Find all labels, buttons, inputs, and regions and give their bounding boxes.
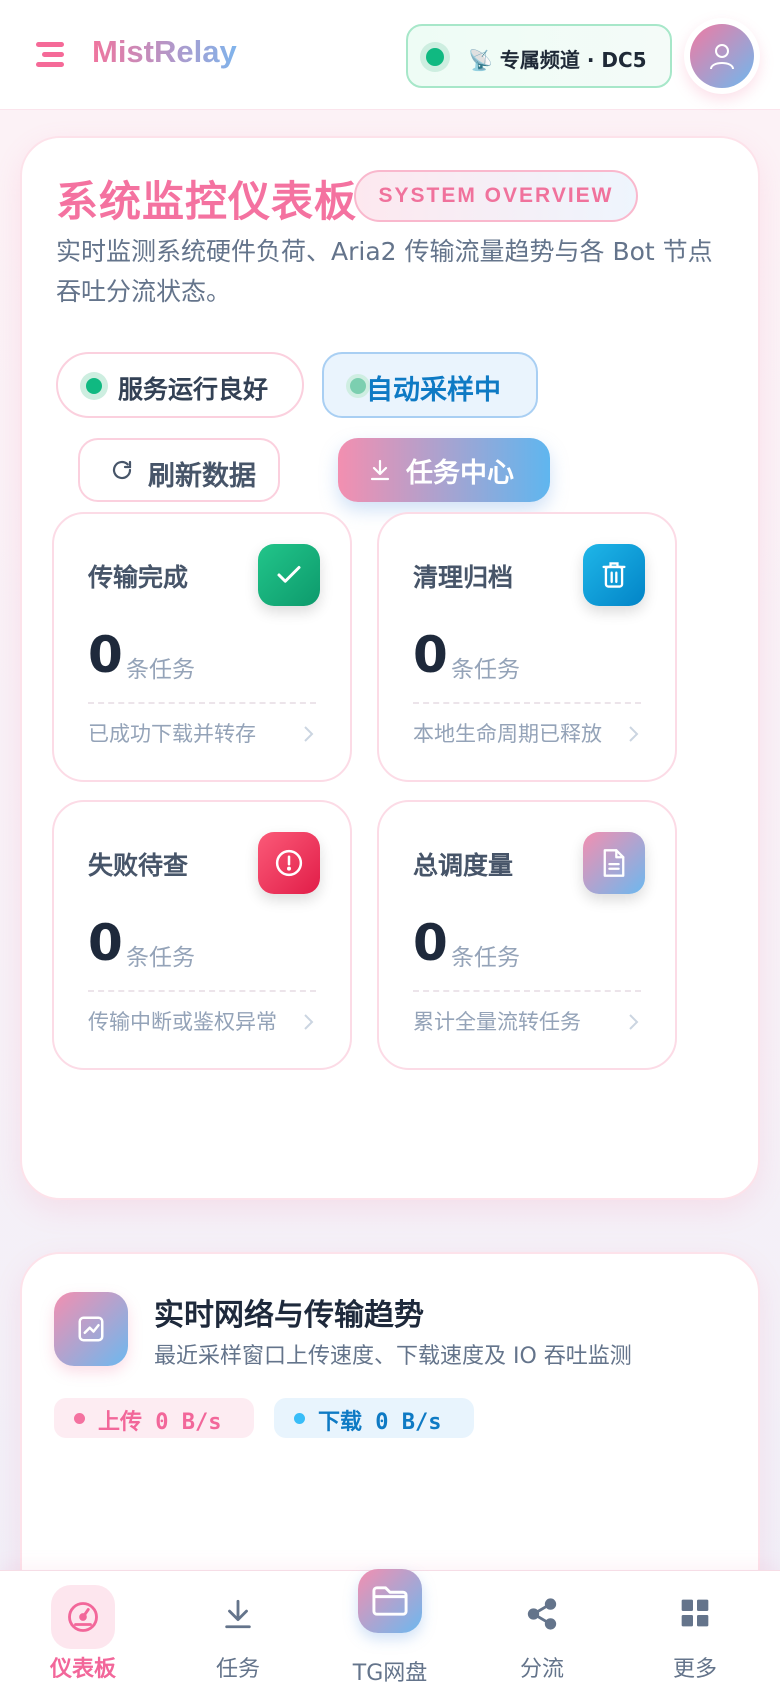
stat-card-total[interactable]: 总调度量 0 条任务 累计全量流转任务 bbox=[377, 800, 677, 1070]
check-icon bbox=[258, 544, 320, 606]
stat-name: 总调度量 bbox=[413, 851, 514, 880]
stat-subtitle: 传输中断或鉴权异常 bbox=[88, 1010, 277, 1034]
grid-icon bbox=[679, 1597, 711, 1633]
download-icon bbox=[221, 1597, 255, 1635]
stat-card-completed[interactable]: 传输完成 0 条任务 已成功下载并转存 bbox=[52, 512, 352, 782]
overview-badge: SYSTEM OVERVIEW bbox=[354, 170, 638, 222]
gauge-icon bbox=[51, 1585, 115, 1649]
system-overview-panel: 系统监控仪表板 SYSTEM OVERVIEW 实时监测系统硬件负荷、Aria2… bbox=[20, 136, 760, 1200]
nav-label: 任务 bbox=[215, 1657, 260, 1682]
document-icon bbox=[583, 832, 645, 894]
upload-dot-icon bbox=[74, 1413, 85, 1424]
chevron-right-icon bbox=[627, 1012, 639, 1036]
nav-item-dashboard[interactable]: 仪表板 bbox=[13, 1571, 153, 1688]
online-indicator-icon bbox=[420, 42, 450, 72]
nav-label: 更多 bbox=[672, 1657, 717, 1682]
share-icon bbox=[525, 1597, 559, 1635]
refresh-icon bbox=[110, 458, 134, 486]
trash-icon bbox=[583, 544, 645, 606]
stat-subtitle: 累计全量流转任务 bbox=[413, 1010, 581, 1034]
download-dot-icon bbox=[294, 1413, 305, 1424]
avatar-button[interactable] bbox=[684, 18, 760, 94]
stat-unit: 条任务 bbox=[451, 945, 520, 971]
nav-label: 仪表板 bbox=[49, 1657, 116, 1682]
alert-icon bbox=[258, 832, 320, 894]
stat-value: 0 bbox=[88, 626, 123, 684]
trend-subtitle: 最近采样窗口上传速度、下载速度及 IO 吞吐监测 bbox=[154, 1344, 632, 1369]
refresh-button-label: 刷新数据 bbox=[148, 461, 256, 492]
stat-name: 传输完成 bbox=[88, 563, 189, 592]
chevron-right-icon bbox=[627, 724, 639, 748]
service-status-badge: 服务运行良好 bbox=[56, 352, 304, 418]
chart-icon bbox=[54, 1292, 128, 1366]
download-icon bbox=[368, 458, 392, 486]
auto-sampling-label: 自动采样中 bbox=[366, 375, 501, 406]
channel-status-pill[interactable]: 📡 专属频道 · DC5 bbox=[406, 24, 672, 88]
stat-value: 0 bbox=[413, 626, 448, 684]
upload-speed-badge: 上传 0 B/s bbox=[54, 1398, 254, 1438]
folder-icon bbox=[358, 1569, 422, 1633]
nav-label: 分流 bbox=[519, 1657, 564, 1682]
task-center-label: 任务中心 bbox=[406, 458, 514, 489]
stat-subtitle: 已成功下载并转存 bbox=[88, 722, 256, 746]
download-speed-badge: 下载 0 B/s bbox=[274, 1398, 474, 1438]
stat-name: 失败待查 bbox=[88, 851, 189, 880]
upload-speed-label: 上传 0 B/s bbox=[98, 1410, 222, 1435]
chevron-right-icon bbox=[302, 1012, 314, 1036]
stat-unit: 条任务 bbox=[126, 657, 195, 683]
stat-subtitle: 本地生命周期已释放 bbox=[413, 722, 602, 746]
channel-label: 📡 专属频道 · DC5 bbox=[468, 48, 647, 72]
stat-name: 清理归档 bbox=[413, 563, 514, 592]
task-center-button[interactable]: 任务中心 bbox=[338, 438, 550, 502]
stat-value: 0 bbox=[413, 914, 448, 972]
menu-icon[interactable] bbox=[36, 42, 68, 68]
app-brand: MistRelay bbox=[92, 34, 237, 69]
bottom-navigation: 仪表板 任务 TG网盘 分流 更多 bbox=[0, 1569, 780, 1688]
nav-item-split[interactable]: 分流 bbox=[472, 1571, 612, 1688]
pulse-dot-icon bbox=[350, 378, 366, 394]
nav-label: TG网盘 bbox=[352, 1661, 428, 1686]
service-status-label: 服务运行良好 bbox=[118, 375, 269, 404]
stat-unit: 条任务 bbox=[126, 945, 195, 971]
stat-unit: 条任务 bbox=[451, 657, 520, 683]
nav-item-tasks[interactable]: 任务 bbox=[168, 1571, 308, 1688]
nav-item-tg-drive[interactable]: TG网盘 bbox=[320, 1569, 460, 1688]
stat-value: 0 bbox=[88, 914, 123, 972]
chevron-right-icon bbox=[302, 724, 314, 748]
top-app-bar: MistRelay 📡 专属频道 · DC5 bbox=[0, 0, 780, 110]
stat-card-failed[interactable]: 失败待查 0 条任务 传输中断或鉴权异常 bbox=[52, 800, 352, 1070]
auto-sampling-badge: 自动采样中 bbox=[322, 352, 538, 418]
page-description: 实时监测系统硬件负荷、Aria2 传输流量趋势与各 Bot 节点吞吐分流状态。 bbox=[56, 237, 713, 306]
refresh-button[interactable]: 刷新数据 bbox=[78, 438, 280, 502]
status-dot-icon bbox=[80, 372, 108, 400]
user-icon bbox=[690, 24, 754, 88]
stat-card-archived[interactable]: 清理归档 0 条任务 本地生命周期已释放 bbox=[377, 512, 677, 782]
nav-item-more[interactable]: 更多 bbox=[625, 1571, 765, 1688]
page-title: 系统监控仪表板 bbox=[56, 177, 358, 226]
trend-title: 实时网络与传输趋势 bbox=[154, 1298, 424, 1333]
download-speed-label: 下载 0 B/s bbox=[318, 1410, 442, 1435]
